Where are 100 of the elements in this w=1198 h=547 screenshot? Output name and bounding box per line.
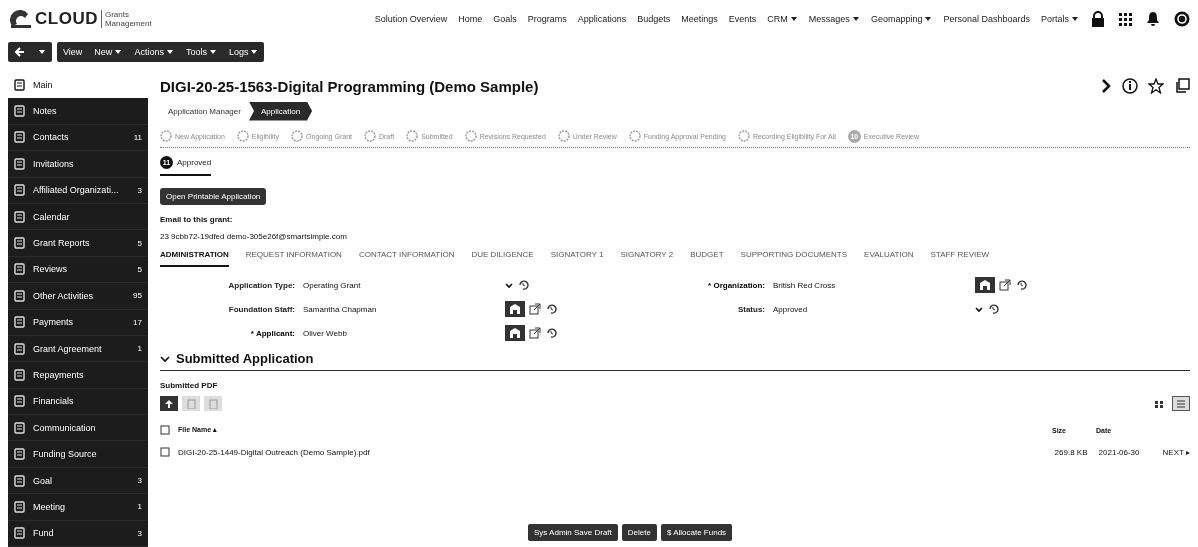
field-label: * Applicant: bbox=[249, 328, 296, 338]
toolbar-menu[interactable]: View bbox=[63, 47, 83, 57]
chevron-right-icon[interactable] bbox=[1100, 78, 1112, 94]
nav-link[interactable]: Home bbox=[458, 14, 483, 24]
item-count: 5 bbox=[137, 264, 142, 274]
nav-link[interactable]: Meetings bbox=[681, 14, 718, 24]
status-icon bbox=[291, 130, 304, 142]
apps-grid-icon[interactable] bbox=[1119, 12, 1132, 26]
tab[interactable]: SUPPORTING DOCUMENTS bbox=[740, 247, 848, 267]
tab[interactable]: ADMINISTRATION bbox=[160, 247, 229, 267]
checkbox-icon[interactable] bbox=[160, 425, 170, 435]
nav-link[interactable]: Goals bbox=[493, 14, 517, 24]
input-field[interactable]: Operating Grant bbox=[301, 278, 505, 292]
tab[interactable]: BUDGET bbox=[690, 247, 724, 267]
history-icon[interactable] bbox=[517, 279, 529, 291]
section-icon bbox=[14, 105, 25, 118]
tab[interactable]: STAFF REVIEW bbox=[930, 247, 990, 267]
input-field[interactable]: Approved bbox=[771, 302, 975, 316]
sidebar-item[interactable]: Reviews 5 bbox=[8, 256, 148, 284]
input-field[interactable]: British Red Cross bbox=[771, 278, 975, 292]
sidebar-item[interactable]: Grant Agreement 1 bbox=[8, 335, 148, 363]
info-icon[interactable] bbox=[1122, 78, 1138, 94]
history-icon[interactable] bbox=[545, 303, 557, 315]
item-count: 3 bbox=[137, 185, 142, 195]
sidebar-item[interactable]: Contacts 11 bbox=[8, 124, 148, 152]
nav-link[interactable]: Budgets bbox=[637, 14, 671, 24]
tab[interactable]: REQUEST INFORMATION bbox=[245, 247, 342, 267]
checkbox-icon[interactable] bbox=[160, 447, 170, 457]
item-count: 3 bbox=[137, 476, 142, 486]
star-icon[interactable] bbox=[1148, 78, 1164, 94]
list-view-button[interactable] bbox=[1172, 396, 1190, 411]
status-icon bbox=[737, 130, 750, 142]
history-icon[interactable] bbox=[987, 303, 999, 315]
open-link-icon[interactable] bbox=[999, 279, 1011, 291]
open-link-icon[interactable] bbox=[529, 303, 541, 315]
history-icon[interactable] bbox=[545, 327, 557, 339]
back-button[interactable] bbox=[8, 42, 52, 62]
sidebar-item[interactable]: Financials bbox=[8, 388, 148, 416]
lock-icon[interactable] bbox=[1091, 11, 1105, 27]
nav-link[interactable]: Events bbox=[728, 14, 757, 24]
history-icon[interactable] bbox=[1015, 279, 1027, 291]
lookup-button[interactable] bbox=[505, 325, 525, 341]
nav-link[interactable]: Messages bbox=[808, 14, 860, 24]
logo-tagline: Grants Management bbox=[100, 10, 165, 28]
next-link[interactable]: NEXT ▸ bbox=[1162, 447, 1190, 457]
nav-link[interactable]: Portals bbox=[1041, 14, 1079, 24]
nav-link[interactable]: CRM bbox=[767, 14, 798, 24]
sidebar-item[interactable]: Calendar bbox=[8, 203, 148, 231]
sidebar-item[interactable]: Funding Source bbox=[8, 441, 148, 468]
sidebar-item[interactable]: Goal 3 bbox=[8, 467, 148, 495]
toolbar-menu[interactable]: Tools bbox=[185, 47, 217, 57]
sidebar-item[interactable]: Grant Reports 5 bbox=[8, 230, 148, 257]
sidebar-item[interactable]: Affiliated Organizati... 3 bbox=[8, 177, 148, 204]
action-button[interactable]: Sys Admin Save Draft bbox=[528, 524, 618, 541]
action-button[interactable]: Delete bbox=[621, 524, 657, 541]
open-link-icon[interactable] bbox=[529, 327, 541, 339]
bell-icon[interactable] bbox=[1146, 11, 1160, 27]
sidebar-item[interactable]: Fund 3 bbox=[8, 520, 148, 547]
section-icon bbox=[14, 368, 25, 381]
action-button[interactable]: $ Allocate Funds bbox=[660, 524, 733, 541]
lookup-button[interactable] bbox=[505, 301, 525, 317]
sidebar-item[interactable]: Invitations bbox=[8, 151, 148, 178]
toolbar-menu[interactable]: New bbox=[94, 47, 123, 57]
sidebar-item[interactable]: Other Activities 95 bbox=[8, 283, 148, 310]
chevron-down-icon[interactable] bbox=[505, 281, 513, 289]
user-avatar-icon[interactable] bbox=[1174, 11, 1190, 27]
nav-link[interactable]: Applications bbox=[577, 14, 627, 24]
nav-link[interactable]: Programs bbox=[527, 14, 567, 24]
sidebar-item[interactable]: Notes bbox=[8, 98, 148, 125]
lookup-button[interactable] bbox=[975, 277, 995, 293]
input-field[interactable]: Samantha Chapman bbox=[301, 302, 505, 316]
breadcrumb-link[interactable]: Application bbox=[248, 101, 313, 121]
breadcrumb-link[interactable]: Application Manager bbox=[160, 102, 249, 120]
copy-icon[interactable] bbox=[1174, 78, 1190, 94]
upload-button[interactable] bbox=[160, 396, 178, 411]
section-icon bbox=[14, 448, 25, 461]
sidebar-item[interactable]: Meeting 1 bbox=[8, 494, 148, 521]
nav-link[interactable]: Personal Dashboards bbox=[943, 14, 1030, 24]
status-icon bbox=[628, 130, 641, 142]
section-icon bbox=[14, 263, 25, 276]
sidebar-item[interactable]: Communication bbox=[8, 415, 148, 442]
tab[interactable]: SIGNATORY 2 bbox=[620, 247, 674, 267]
field-label: * Organization: bbox=[707, 280, 766, 290]
toolbar-menu[interactable]: Logs bbox=[228, 47, 259, 57]
nav-link[interactable]: Solution Overview bbox=[374, 14, 448, 24]
tab[interactable]: EVALUATION bbox=[864, 247, 914, 267]
sidebar-item[interactable]: Repayments bbox=[8, 362, 148, 389]
nav-link[interactable]: Geomapping bbox=[870, 14, 933, 24]
toolbar-menu[interactable]: Actions bbox=[134, 47, 174, 57]
tab[interactable]: CONTACT INFORMATION bbox=[358, 247, 455, 267]
tab[interactable]: DUE DILIGENCE bbox=[471, 247, 534, 267]
field-label: Foundation Staff: bbox=[227, 304, 296, 314]
tab[interactable]: SIGNATORY 1 bbox=[550, 247, 604, 267]
building-icon bbox=[509, 327, 521, 339]
chevron-down-icon[interactable] bbox=[975, 305, 983, 313]
sidebar-item[interactable]: Payments 17 bbox=[8, 309, 148, 336]
item-count: 5 bbox=[137, 238, 142, 248]
input-field[interactable]: Oliver Webb bbox=[301, 326, 505, 340]
chevron-down-icon[interactable] bbox=[160, 353, 170, 364]
print-button[interactable]: Open Printable Application bbox=[160, 188, 267, 205]
